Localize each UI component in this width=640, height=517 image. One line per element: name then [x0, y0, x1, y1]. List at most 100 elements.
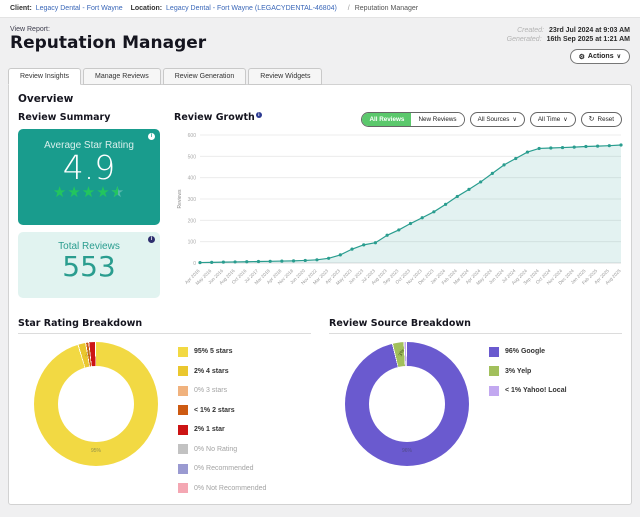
generated-label: Generated:	[507, 36, 542, 43]
svg-text:100: 100	[188, 240, 197, 246]
generated-value: 16th Sep 2025 at 1:21 AM	[547, 36, 630, 43]
tab-bar: Review InsightsManage ReviewsReview Gene…	[8, 68, 632, 84]
legend-swatch	[178, 444, 188, 454]
legend-swatch	[178, 483, 188, 493]
total-reviews-card: i Total Reviews 553	[18, 232, 160, 298]
legend-item-4-stars[interactable]: 2% 4 stars	[178, 366, 266, 377]
legend-swatch	[178, 464, 188, 474]
legend-label: 3% Yelp	[505, 368, 531, 375]
legend-item-3-stars[interactable]: 0% 3 stars	[178, 385, 266, 396]
legend-swatch	[178, 347, 188, 357]
svg-text:500: 500	[188, 154, 197, 160]
new-reviews-button[interactable]: New Reviews	[411, 113, 463, 126]
page: View Report: Reputation Manager Created:…	[0, 18, 640, 505]
report-header: View Report: Reputation Manager Created:…	[8, 24, 632, 64]
svg-text:0: 0	[193, 261, 196, 267]
breadcrumb: Client: Legacy Dental - Fort Wayne Locat…	[0, 0, 640, 18]
legend-item-1-star[interactable]: 2% 1 star	[178, 424, 266, 435]
average-star-rating-card: i Average Star Rating 4.9 ★★★★★★	[18, 129, 160, 225]
legend-label: 2% 1 star	[194, 426, 225, 433]
review-summary-heading: Review Summary	[18, 112, 160, 123]
actions-button[interactable]: ⚙ Actions ∨	[570, 49, 630, 64]
tab-manage-reviews[interactable]: Manage Reviews	[83, 68, 161, 85]
star-full-icon: ★	[96, 184, 110, 201]
page-title: Reputation Manager	[10, 33, 206, 54]
legend-item-google[interactable]: 96% Google	[489, 346, 567, 357]
star-rating-icons: ★★★★★★	[18, 185, 160, 202]
reset-icon: ↻	[589, 116, 595, 123]
legend-label: 2% 4 stars	[194, 368, 229, 375]
total-reviews-value: 553	[18, 252, 160, 281]
chevron-down-icon: ∨	[512, 117, 516, 123]
review-source-breakdown-heading: Review Source Breakdown	[329, 318, 622, 334]
legend-label: 0% Recommended	[194, 465, 254, 472]
svg-text:Reviews: Reviews	[177, 189, 183, 208]
info-icon[interactable]: i	[256, 112, 262, 118]
svg-text:600: 600	[188, 133, 197, 139]
legend-item-5-stars[interactable]: 95% 5 stars	[178, 346, 266, 357]
legend-item-yelp[interactable]: 3% Yelp	[489, 366, 567, 377]
legend-item-no-rating[interactable]: 0% No Rating	[178, 444, 266, 455]
location-link[interactable]: Legacy Dental - Fort Wayne (LEGACYDENTAL…	[166, 5, 337, 12]
all-reviews-button[interactable]: All Reviews	[362, 113, 411, 126]
donut-slice-label: 96%	[402, 448, 412, 454]
tab-review-generation[interactable]: Review Generation	[163, 68, 247, 85]
tab-review-widgets[interactable]: Review Widgets	[248, 68, 322, 85]
created-value: 23rd Jul 2024 at 9:03 AM	[549, 27, 630, 34]
breadcrumb-current: Reputation Manager	[355, 5, 418, 12]
client-label: Client:	[10, 5, 32, 12]
star-rating-donut-chart[interactable]: 95% 2%	[34, 342, 158, 466]
chart-controls: All Reviews New Reviews All Sources ∨ Al…	[361, 112, 622, 127]
legend-label: 95% 5 stars	[194, 348, 233, 355]
star-full-icon: ★	[67, 184, 81, 201]
info-icon[interactable]: i	[148, 236, 155, 243]
all-sources-dropdown[interactable]: All Sources ∨	[470, 112, 525, 127]
legend-item-2-stars[interactable]: < 1% 2 stars	[178, 405, 266, 416]
review-growth-chart[interactable]: 0100200300400500600ReviewsApr 2016May 20…	[174, 127, 626, 305]
star-full-icon: ★	[82, 184, 96, 201]
tab-review-insights[interactable]: Review Insights	[8, 68, 81, 85]
reset-button[interactable]: ↻ Reset	[581, 112, 622, 127]
all-time-dropdown[interactable]: All Time ∨	[530, 112, 576, 127]
review-source-donut-chart[interactable]: 96% 3%	[345, 342, 469, 466]
report-panel: Overview Review Summary i Average Star R…	[8, 84, 632, 505]
donut-slice-label: 3%	[398, 349, 406, 358]
info-icon[interactable]: i	[148, 133, 155, 140]
review-filter-segment: All Reviews New Reviews	[361, 112, 464, 127]
client-link[interactable]: Legacy Dental - Fort Wayne	[36, 5, 123, 12]
legend-swatch	[178, 405, 188, 415]
review-growth-heading: Review Growthi	[174, 112, 262, 123]
svg-text:300: 300	[188, 197, 197, 203]
legend-item-not-recommended[interactable]: 0% Not Recommended	[178, 483, 266, 494]
created-label: Created:	[517, 27, 544, 34]
star-rating-breakdown-section: Star Rating Breakdown 95% 2% 95% 5 stars 2…	[18, 318, 311, 494]
legend-swatch	[489, 366, 499, 376]
donut-slice-label: 95%	[91, 448, 101, 454]
legend-item-recommended[interactable]: 0% Recommended	[178, 463, 266, 474]
legend-swatch	[489, 347, 499, 357]
view-report-label: View Report:	[10, 26, 206, 33]
review-source-breakdown-section: Review Source Breakdown 96% 3% 96% Google…	[329, 318, 622, 494]
overview-title: Overview	[18, 93, 622, 105]
gear-icon: ⚙	[579, 53, 585, 61]
legend-item-yahoo-local[interactable]: < 1% Yahoo! Local	[489, 385, 567, 396]
generated-row: Generated: 16th Sep 2025 at 1:21 AM	[507, 35, 630, 44]
chevron-down-icon: ∨	[563, 117, 567, 123]
actions-button-label: Actions	[588, 53, 614, 60]
legend-label: 0% Not Recommended	[194, 485, 266, 492]
legend-label: 0% 3 stars	[194, 387, 227, 394]
donut-hole	[369, 366, 445, 442]
legend-swatch	[178, 425, 188, 435]
svg-text:200: 200	[188, 218, 197, 224]
star-rating-breakdown-heading: Star Rating Breakdown	[18, 318, 311, 334]
created-row: Created: 23rd Jul 2024 at 9:03 AM	[507, 26, 630, 35]
star-full-icon: ★	[53, 184, 67, 201]
legend-swatch	[489, 386, 499, 396]
donut-slice-label: 2%	[84, 350, 92, 359]
location-label: Location:	[131, 5, 163, 12]
review-source-legend: 96% Google 3% Yelp < 1% Yahoo! Local	[489, 346, 567, 396]
svg-text:400: 400	[188, 176, 197, 182]
chevron-down-icon: ∨	[617, 54, 621, 60]
star-half-icon: ★★	[111, 185, 125, 202]
legend-label: 96% Google	[505, 348, 545, 355]
